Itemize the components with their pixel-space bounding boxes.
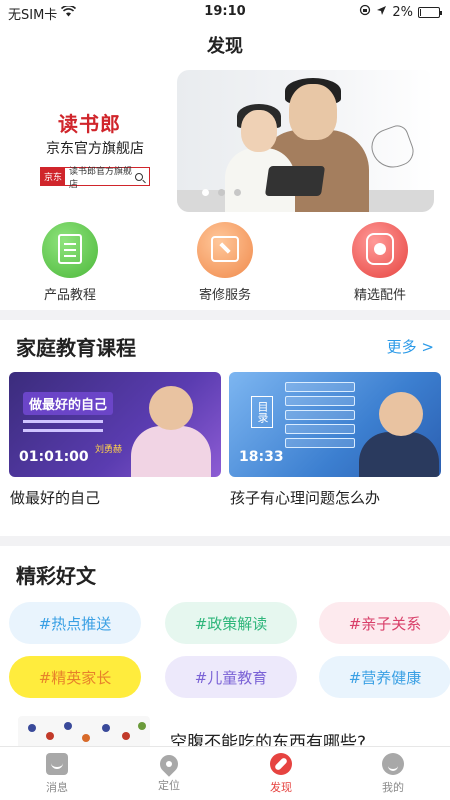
banner-man-head (289, 84, 337, 140)
status-right: 2% (359, 4, 442, 20)
quick-link-label: 产品教程 (43, 288, 96, 303)
status-bar: 无SIM卡 19:10 2% (0, 0, 450, 26)
brand-logo: 读书郎 (58, 112, 121, 136)
quick-link-circle (197, 222, 253, 278)
berry-shape (138, 722, 146, 730)
tag-elite-parents[interactable]: #精英家长 (9, 656, 141, 698)
speaker-head (379, 392, 423, 436)
jd-badge: 京东 (41, 168, 66, 185)
profile-icon (382, 753, 404, 775)
document-icon (58, 234, 82, 264)
course-card-thumbnail[interactable]: 目录 18:33 (229, 372, 441, 477)
course-caption[interactable]: 孩子有心理问题怎么办 (230, 487, 380, 508)
lock-rotation-icon (359, 4, 371, 20)
menu-row (285, 382, 355, 392)
tab-label: 我的 (382, 781, 404, 794)
course-thumb-speaker: 刘勇赫 (95, 445, 123, 455)
brand-store-name: 京东官方旗舰店 (46, 141, 144, 157)
tag-child-education[interactable]: #儿童教育 (165, 656, 297, 698)
course-thumb-lines (23, 420, 103, 423)
quick-link-label: 精选配件 (353, 288, 406, 303)
course-thumb-label: 目录 (251, 396, 273, 428)
quick-link-accessories[interactable]: 精选配件 (330, 222, 430, 303)
tag-hot-news[interactable]: #热点推送 (9, 602, 141, 644)
bottom-tab-bar: 消息 定位 发现 我的 (0, 746, 450, 800)
banner-tablet (264, 166, 326, 196)
signature-mark (366, 122, 418, 174)
banner-brand-panel[interactable]: 读书郎 京东官方旗舰店 京东 读书郎官方旗舰店 (0, 70, 175, 210)
berry-shape (46, 732, 54, 740)
menu-row (285, 396, 355, 406)
tab-messages[interactable]: 消息 (17, 753, 97, 795)
tab-location[interactable]: 定位 (129, 751, 209, 793)
menu-row (285, 424, 355, 434)
carousel-dot[interactable] (202, 189, 209, 196)
location-arrow-icon (376, 5, 387, 20)
battery-percent: 2% (392, 4, 413, 20)
tag-nutrition[interactable]: #营养健康 (319, 656, 450, 698)
speaker-head (149, 386, 193, 430)
menu-row (285, 410, 355, 420)
banner-girl-head (241, 110, 277, 152)
carousel-dots (202, 189, 241, 196)
course-duration: 01:01:00 (19, 449, 89, 465)
quick-link-tutorial[interactable]: 产品教程 (20, 222, 120, 303)
quick-link-circle (352, 222, 408, 278)
course-caption[interactable]: 做最好的自己 (10, 487, 100, 508)
tab-label: 定位 (158, 779, 180, 792)
menu-row (285, 438, 355, 448)
berry-shape (28, 724, 36, 732)
location-icon (156, 751, 182, 777)
search-icon (135, 172, 143, 181)
section-divider (0, 310, 450, 320)
berry-shape (122, 732, 130, 740)
course-card-thumbnail[interactable]: 做最好的自己 刘勇赫 01:01:00 (9, 372, 221, 477)
banner-carousel[interactable] (177, 70, 434, 212)
speaker-torso (359, 432, 439, 477)
message-icon (46, 753, 68, 775)
section-divider (0, 536, 450, 546)
course-thumb-menu (285, 382, 355, 452)
battery-fill (420, 8, 421, 16)
course-duration: 18:33 (239, 449, 284, 465)
quick-link-repair[interactable]: 寄修服务 (175, 222, 275, 303)
page-title: 发现 (207, 36, 243, 57)
tab-profile[interactable]: 我的 (353, 753, 433, 795)
store-search-text: 读书郎官方旗舰店 (69, 166, 133, 190)
speaker-torso (131, 426, 211, 477)
berry-shape (102, 724, 110, 732)
berry-shape (64, 722, 72, 730)
tab-discover[interactable]: 发现 (241, 753, 321, 795)
battery-icon (418, 6, 442, 18)
tag-parent-child[interactable]: #亲子关系 (319, 602, 450, 644)
store-search-box[interactable]: 京东 读书郎官方旗舰店 (40, 167, 150, 190)
tab-label: 发现 (270, 781, 292, 794)
quick-link-label: 寄修服务 (198, 288, 251, 303)
carousel-dot[interactable] (218, 189, 225, 196)
tag-policy[interactable]: #政策解读 (165, 602, 297, 644)
carousel-dot[interactable] (234, 189, 241, 196)
berry-shape (82, 734, 90, 742)
tab-label: 消息 (46, 781, 68, 794)
watch-icon (366, 233, 394, 265)
course-thumb-title: 做最好的自己 (23, 392, 114, 415)
quick-links: 产品教程 寄修服务 精选配件 (0, 222, 450, 308)
courses-more-link[interactable]: 更多 > (387, 336, 434, 357)
compass-icon (270, 753, 292, 775)
quick-link-circle (42, 222, 98, 278)
articles-section-title: 精彩好文 (16, 564, 96, 588)
toolbox-icon (211, 236, 239, 262)
courses-section-title: 家庭教育课程 (16, 336, 136, 360)
